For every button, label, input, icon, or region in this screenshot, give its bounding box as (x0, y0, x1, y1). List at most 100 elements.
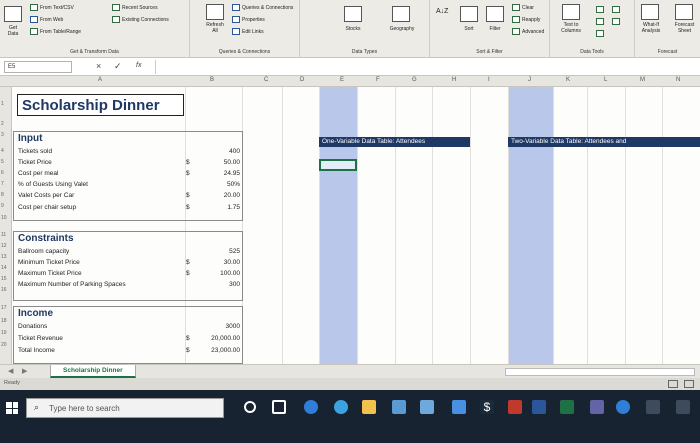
sort-icon[interactable] (460, 6, 478, 22)
column-header-n[interactable]: N (676, 77, 680, 83)
column-header-l[interactable]: L (604, 77, 607, 83)
horizontal-scrollbar[interactable] (505, 368, 695, 376)
input-label[interactable]: Tickets sold (18, 148, 52, 155)
get-data-icon[interactable] (4, 6, 22, 22)
formula-input[interactable] (155, 60, 695, 74)
scroll-right-icon[interactable]: ▶ (22, 367, 27, 375)
normal-view-icon[interactable] (668, 380, 678, 388)
refresh-icon[interactable] (206, 4, 224, 20)
edge-icon[interactable] (334, 400, 348, 414)
income-value[interactable]: 23,000.00 (195, 347, 240, 354)
notifications-icon[interactable] (676, 400, 690, 414)
column-header-g[interactable]: G (412, 77, 417, 83)
mail-icon[interactable] (420, 400, 434, 414)
worksheet-grid[interactable]: A B C D E F G H I J K L M N 1 2 3 4 5 6 … (0, 76, 700, 364)
get-data-button[interactable]: Get Data (0, 25, 26, 37)
row-header[interactable]: 11 (1, 232, 6, 238)
row-header[interactable]: 5 (1, 159, 4, 165)
excel-icon[interactable] (560, 400, 574, 414)
input-label[interactable]: Ticket Price (18, 159, 52, 166)
input-header[interactable]: Input (18, 133, 42, 144)
geography-icon[interactable] (392, 6, 410, 22)
edit-links-button[interactable]: Edit Links (232, 28, 264, 35)
task-view-icon[interactable] (272, 400, 286, 414)
input-value[interactable]: 400 (200, 148, 240, 155)
two-variable-table-header[interactable]: Two-Variable Data Table: Attendees and (508, 137, 700, 147)
queries-connections-button[interactable]: Queries & Connections (232, 4, 293, 11)
input-value[interactable]: 1.75 (200, 204, 240, 211)
system-tray-icon[interactable] (646, 400, 660, 414)
row-header[interactable]: 12 (1, 243, 7, 249)
row-header[interactable]: 18 (1, 318, 7, 324)
scroll-left-icon[interactable]: ◀ (8, 367, 13, 375)
what-if-icon[interactable] (641, 4, 659, 20)
row-header[interactable]: 15 (1, 276, 7, 282)
text-to-columns-button[interactable]: Text to Columns (554, 22, 588, 34)
input-value[interactable]: 50% (200, 181, 240, 188)
constraint-label[interactable]: Ballroom capacity (18, 248, 69, 255)
function-icon[interactable]: fx (136, 62, 141, 69)
one-variable-table-header[interactable]: One-Variable Data Table: Attendees (319, 137, 470, 147)
income-header[interactable]: Income (18, 308, 53, 319)
row-header[interactable]: 17 (1, 305, 7, 311)
constraints-header[interactable]: Constraints (18, 233, 74, 244)
input-label[interactable]: Cost per meal (18, 170, 58, 177)
row-header[interactable]: 4 (1, 148, 4, 154)
column-header-d[interactable]: D (300, 77, 304, 83)
income-label[interactable]: Donations (18, 323, 47, 330)
column-header-i[interactable]: I (488, 77, 490, 83)
income-label[interactable]: Total Income (18, 347, 55, 354)
input-value[interactable]: 50.00 (200, 159, 240, 166)
page-layout-icon[interactable] (684, 380, 694, 388)
row-header[interactable]: 20 (1, 342, 7, 348)
onedrive-icon[interactable] (616, 400, 630, 414)
advanced-button[interactable]: Advanced (512, 28, 544, 35)
name-box[interactable]: E5 (4, 61, 72, 73)
constraint-label[interactable]: Maximum Number of Parking Spaces (18, 281, 126, 288)
enter-icon[interactable]: ✓ (114, 61, 122, 72)
column-header-k[interactable]: K (566, 77, 570, 83)
flash-fill-icon[interactable] (596, 6, 604, 13)
file-explorer-icon[interactable] (362, 400, 376, 414)
row-header[interactable]: 1 (1, 101, 4, 107)
input-value[interactable]: 24.95 (200, 170, 240, 177)
cancel-icon[interactable]: × (96, 61, 101, 71)
income-label[interactable]: Ticket Revenue (18, 335, 63, 342)
sheet-title[interactable]: Scholarship Dinner (17, 94, 184, 116)
column-header-e[interactable]: E (340, 77, 344, 83)
refresh-all-button[interactable]: Refresh All (200, 22, 230, 34)
recent-sources-button[interactable]: Recent Sources (112, 4, 158, 11)
what-if-analysis-button[interactable]: What-If Analysis (635, 22, 667, 34)
existing-connections-button[interactable]: Existing Connections (112, 16, 169, 23)
app-icon-red[interactable] (508, 400, 522, 414)
column-header-c[interactable]: C (264, 77, 268, 83)
forecast-sheet-button[interactable]: Forecast Sheet (669, 22, 700, 34)
constraint-value[interactable]: 525 (200, 248, 240, 255)
constraint-label[interactable]: Maximum Ticket Price (18, 270, 82, 277)
clear-button[interactable]: Clear (512, 4, 534, 11)
cortana-icon[interactable] (244, 401, 256, 413)
income-value[interactable]: 3000 (195, 323, 240, 330)
constraint-label[interactable]: Minimum Ticket Price (18, 259, 80, 266)
column-header-m[interactable]: M (640, 77, 645, 83)
consolidate-icon[interactable] (612, 6, 620, 13)
constraint-value[interactable]: 100.00 (200, 270, 240, 277)
row-header[interactable]: 16 (1, 287, 7, 293)
row-header[interactable]: 14 (1, 265, 7, 271)
sort-az-button[interactable]: A↓Z (436, 8, 448, 15)
reapply-button[interactable]: Reapply (512, 16, 540, 23)
text-to-columns-icon[interactable] (562, 4, 580, 20)
from-table-button[interactable]: From Table/Range (30, 28, 81, 35)
row-header[interactable]: 9 (1, 203, 4, 209)
input-label[interactable]: Cost per chair setup (18, 204, 76, 211)
column-header-b[interactable]: B (210, 77, 214, 83)
row-header[interactable]: 7 (1, 181, 4, 187)
row-header[interactable]: 10 (1, 215, 7, 221)
constraint-value[interactable]: 30.00 (200, 259, 240, 266)
from-text-csv-button[interactable]: From Text/CSV (30, 4, 74, 11)
filter-icon[interactable] (486, 6, 504, 22)
row-header[interactable]: 6 (1, 170, 4, 176)
relationships-icon[interactable] (612, 18, 620, 25)
column-header-j[interactable]: J (528, 77, 531, 83)
dollar-app-icon[interactable]: $ (480, 400, 494, 414)
